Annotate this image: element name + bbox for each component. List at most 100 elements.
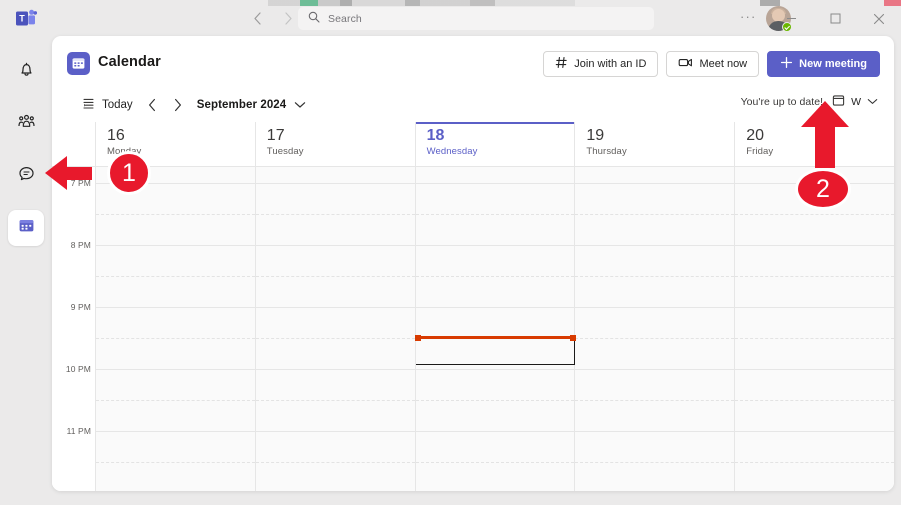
time-label-11pm: 11 PM [66,426,91,436]
calendar-icon [17,216,36,240]
today-button[interactable]: Today [76,93,139,117]
hour-line [415,183,575,184]
day-number: 18 [426,127,445,144]
calendar-content-card: Calendar Join with an ID Meet now New me… [52,36,894,491]
sidebar-item-chat[interactable] [8,158,44,194]
hour-line [575,369,735,370]
sidebar-item-teams[interactable] [8,106,44,142]
day-column-wednesday[interactable] [414,167,576,491]
search-input[interactable]: Search [328,13,362,25]
calendar-nav-group: Today September 2024 [76,93,306,117]
microsoft-teams-logo-icon: T [16,9,38,28]
hour-line [255,369,415,370]
hour-line [415,307,575,308]
half-hour-line [575,400,735,401]
search-bar[interactable]: Search [298,7,654,30]
window-navigation [248,9,297,27]
time-label-8pm: 8 PM [70,240,91,250]
chat-bubble-icon [17,164,36,188]
half-hour-line [96,400,255,401]
hour-line [255,307,415,308]
previous-period-button[interactable] [139,93,165,117]
today-icon [82,97,95,113]
half-hour-line [96,338,255,339]
half-hour-line [735,338,894,339]
half-hour-line [575,462,735,463]
month-picker-chevron-down-icon[interactable] [294,101,306,109]
half-hour-line [575,276,735,277]
half-hour-line [735,276,894,277]
sidebar-item-calendar[interactable] [8,210,44,246]
half-hour-line [96,214,255,215]
hour-line [735,307,894,308]
video-camera-icon [678,56,693,72]
sidebar-item-activity[interactable] [8,54,44,90]
annotation-badge-2: 2 [795,168,851,210]
hour-line [255,245,415,246]
close-button[interactable] [857,0,901,37]
header-actions: Join with an ID Meet now New meeting [543,51,880,77]
half-hour-line [255,400,415,401]
hour-line [575,431,735,432]
meet-now-button[interactable]: Meet now [666,51,760,77]
day-column-monday[interactable] [95,167,255,491]
arrow-up-icon [801,101,849,127]
day-column-thursday[interactable] [574,167,735,491]
next-period-button[interactable] [165,93,191,117]
time-label-9pm: 9 PM [70,302,91,312]
hour-line [575,245,735,246]
annotation-arrow-2 [801,101,849,168]
half-hour-line [415,400,575,401]
hour-line [96,369,255,370]
day-number: 16 [107,127,125,144]
hour-line [575,307,735,308]
day-column-friday[interactable] [734,167,894,491]
minimize-button[interactable] [769,0,813,37]
hour-line [96,431,255,432]
page-title: Calendar [98,54,161,70]
day-header-row: 16 Monday 17 Tuesday 18 Wednesday 19 Thu… [52,122,894,166]
current-time-indicator [414,334,576,341]
half-hour-line [255,462,415,463]
window-controls [769,0,901,37]
current-time-dot-right [569,334,576,341]
current-time-dot-left [414,334,421,341]
maximize-button[interactable] [813,0,857,37]
today-label: Today [102,99,133,111]
time-label-10pm: 10 PM [65,364,91,374]
arrow-left-tail [66,167,92,180]
titlebar-more-button[interactable]: ··· [740,10,757,23]
day-header-thursday[interactable]: 19 Thursday [574,122,735,166]
calendar-app-icon [67,52,90,75]
calendar-grid: 16 Monday 17 Tuesday 18 Wednesday 19 Thu… [52,122,894,491]
half-hour-line [735,400,894,401]
time-gutter: 7 PM 8 PM 9 PM 10 PM 11 PM [52,167,95,491]
selected-time-slot[interactable] [415,338,575,365]
day-column-tuesday[interactable] [254,167,415,491]
day-number: 17 [266,127,285,144]
search-icon [308,10,320,28]
hour-line [415,245,575,246]
day-header-tuesday[interactable]: 17 Tuesday [254,122,415,166]
half-hour-line [96,276,255,277]
forward-button[interactable] [279,9,297,27]
new-meeting-button[interactable]: New meeting [767,51,880,77]
meet-now-label: Meet now [699,58,748,70]
half-hour-line [255,214,415,215]
app-rail [0,37,52,505]
view-chevron-down-icon[interactable] [867,96,878,108]
half-hour-line [735,462,894,463]
view-label: W [851,96,861,108]
hour-line [255,431,415,432]
join-with-an-id-button[interactable]: Join with an ID [543,51,659,77]
day-columns [95,167,894,491]
hour-line [735,431,894,432]
half-hour-line [96,462,255,463]
half-hour-line [415,462,575,463]
day-header-wednesday-today[interactable]: 18 Wednesday [414,122,575,166]
calendar-app-header: Calendar Join with an ID Meet now New me… [52,36,894,90]
new-meeting-label: New meeting [799,58,867,70]
half-hour-line [735,214,894,215]
back-button[interactable] [248,9,266,27]
day-name: Wednesday [426,146,478,157]
